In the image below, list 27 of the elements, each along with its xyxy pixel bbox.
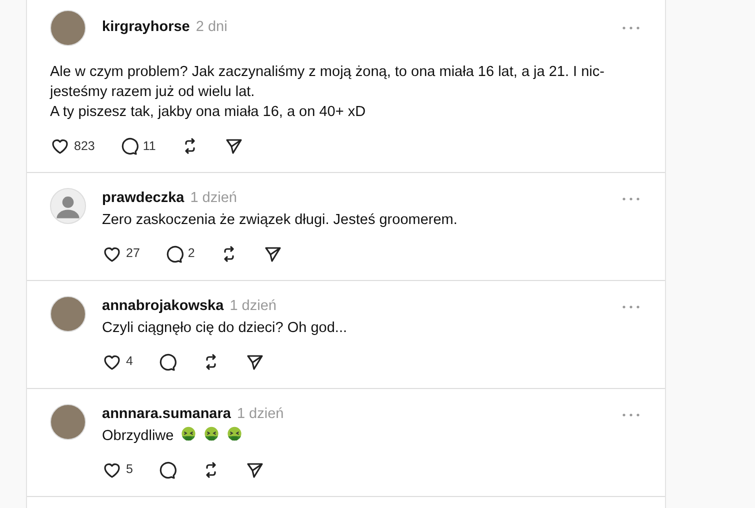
- username[interactable]: annnara.sumanara: [102, 404, 231, 426]
- avatar-photo-placeholder: [50, 296, 86, 332]
- count: 2: [188, 245, 195, 262]
- more-options-icon[interactable]: [621, 196, 641, 202]
- count: 11: [142, 138, 156, 155]
- more-options-icon[interactable]: [621, 412, 641, 418]
- avatar-photo-placeholder: [50, 10, 86, 46]
- avatar-photo-placeholder: [50, 404, 86, 440]
- more-options-icon[interactable]: [621, 304, 641, 310]
- post-text: Ale w czym problem? Jak zaczynaliśmy z moją żoną, to ona miała 16 lat, a ja 21. I nic-jesteśmy razem już od wielu lat.: [50, 63, 606, 102]
- username[interactable]: kirgrayhorse: [102, 17, 190, 39]
- count: 5: [126, 461, 133, 478]
- nauseated-face-emoji: [180, 426, 197, 443]
- post-text: Obrzydliwe: [102, 426, 641, 446]
- post-text: Czyli ciągnęło cię do dzieci? Oh god...: [102, 318, 348, 338]
- post-text: A ty piszesz tak, jakby ona miała 16, a on 40+ xD: [50, 103, 367, 122]
- username[interactable]: annabrojakowska: [102, 296, 224, 318]
- nauseated-face-emoji: [226, 426, 243, 443]
- username[interactable]: prawdeczka: [102, 188, 184, 210]
- more-options-icon[interactable]: [621, 25, 641, 31]
- count: 27: [126, 245, 140, 262]
- count: 4: [126, 353, 133, 370]
- avatar-silhouette: [50, 188, 86, 224]
- count: 823: [74, 138, 95, 155]
- post-text: Zero zaskoczenia że związek długi. Jesteś groomerem.: [102, 210, 458, 230]
- share-icon[interactable]: [224, 136, 244, 156]
- nauseated-face-emoji: [202, 426, 220, 443]
